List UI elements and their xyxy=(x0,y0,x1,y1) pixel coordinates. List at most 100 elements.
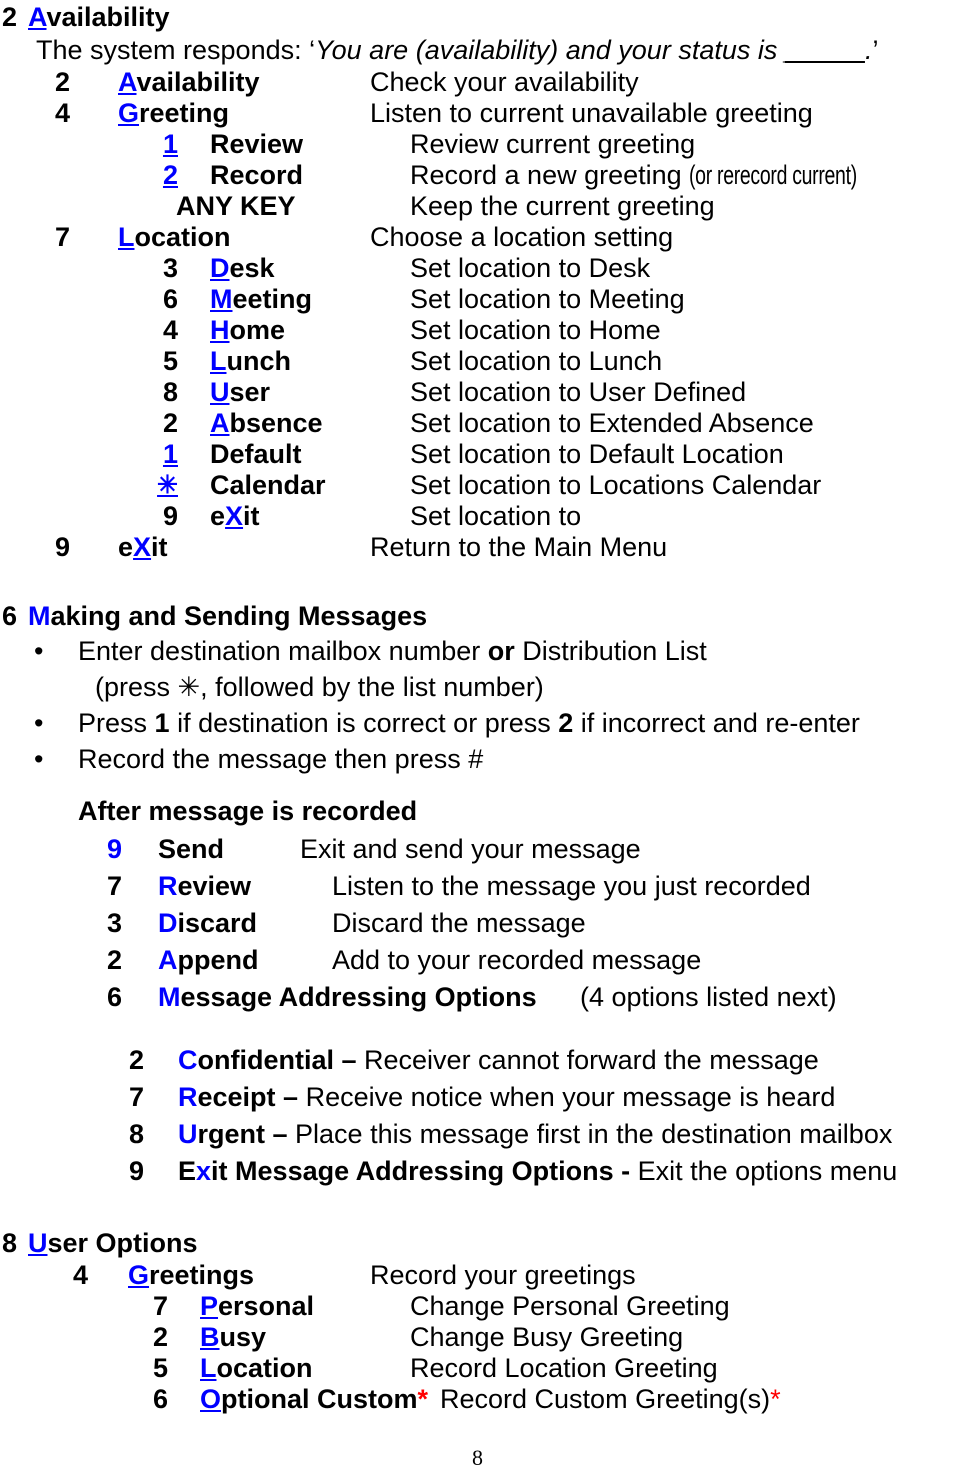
menu-entry-record[interactable]: 2 Record Record a new greeting (or rerec… xyxy=(0,160,955,191)
menu-entry-review[interactable]: 1 Review Review current greeting xyxy=(0,129,955,160)
menu-entry-location-home[interactable]: 4 Home Set location to Home xyxy=(0,315,955,346)
menu-entry-location-meeting[interactable]: 6 Meeting Set location to Meeting xyxy=(0,284,955,315)
bullet-item-record-then-hash: • Record the message then press # xyxy=(0,741,955,777)
menu-key: 6 xyxy=(152,1384,168,1414)
menu-key: 6 xyxy=(162,284,178,314)
menu-label: Desk xyxy=(210,253,275,284)
label-rest: ome xyxy=(229,315,286,345)
menu-description: Set location to Extended Absence xyxy=(410,408,814,438)
menu-label: Send xyxy=(158,834,225,864)
menu-entry-location[interactable]: 7 Location Choose a location setting xyxy=(0,222,955,253)
label-rest: reeting xyxy=(139,98,230,128)
menu-label: Absence xyxy=(210,408,323,439)
prompt-close-quote: ’ xyxy=(872,35,879,65)
menu-description: Set location to Meeting xyxy=(410,284,685,314)
label-pre: e xyxy=(210,501,226,531)
menu-entry-exit-addressing-options[interactable]: 9 Exit Message Addressing Options - Exit… xyxy=(0,1153,955,1190)
menu-description: Set location to Locations Calendar xyxy=(410,470,822,500)
section-heading-availability: 2 Availability xyxy=(0,0,955,34)
menu-description: Receiver cannot forward the message xyxy=(356,1045,819,1075)
menu-entry-message-addressing-options[interactable]: 6 Message Addressing Options (4 options … xyxy=(0,979,955,1016)
label-rest: ocation xyxy=(134,222,231,252)
menu-entry-greeting[interactable]: 4 Greeting Listen to current unavailable… xyxy=(0,98,955,129)
menu-entry-urgent[interactable]: 8 Urgent – Place this message first in t… xyxy=(0,1116,955,1153)
menu-label: Meeting xyxy=(210,284,312,315)
menu-key: 2 xyxy=(152,1322,168,1352)
menu-entry-busy-greeting[interactable]: 2 Busy Change Busy Greeting xyxy=(0,1322,955,1353)
menu-key: 3 xyxy=(162,253,178,283)
menu-entry-location-default[interactable]: 1 Default Set location to Default Locati… xyxy=(0,439,955,470)
menu-entry-append[interactable]: 2 Append Add to your recorded message xyxy=(0,942,955,979)
menu-key: 2 xyxy=(54,67,70,97)
menu-entry-greetings[interactable]: 4 Greetings Record your greetings xyxy=(0,1260,955,1291)
label-rest: ppend xyxy=(177,945,259,975)
menu-entry-any-key[interactable]: ANY KEY Keep the current greeting xyxy=(0,191,955,222)
menu-entry-personal-greeting[interactable]: 7 Personal Change Personal Greeting xyxy=(0,1291,955,1322)
menu-entry-location-user[interactable]: 8 User Set location to User Defined xyxy=(0,377,955,408)
bullet-text-post: Distribution List xyxy=(514,636,707,666)
menu-label: Location xyxy=(200,1353,313,1384)
menu-description: Listen to the message you just recorded xyxy=(332,871,811,901)
label-pre: e xyxy=(118,532,134,562)
accent-letter: G xyxy=(118,98,140,128)
menu-description: Receive notice when your message is hear… xyxy=(298,1082,836,1112)
menu-key: 7 xyxy=(106,871,122,901)
accent-letter: M xyxy=(158,982,181,1012)
menu-entry-review-recorded[interactable]: 7 Review Listen to the message you just … xyxy=(0,868,955,905)
menu-description: Change Personal Greeting xyxy=(410,1291,730,1321)
menu-key: 9 xyxy=(106,834,122,864)
menu-key: 2 xyxy=(162,408,178,438)
menu-entry-availability-exit[interactable]: 9 eXit Return to the Main Menu xyxy=(0,532,955,563)
menu-entry-location-absence[interactable]: 2 Absence Set location to Extended Absen… xyxy=(0,408,955,439)
menu-label: Append xyxy=(158,942,259,979)
menu-entry-location-calendar[interactable]: ✳ Calendar Set location to Locations Cal… xyxy=(0,470,955,501)
section-accent-letter: M xyxy=(28,601,51,631)
section-accent-letter: A xyxy=(28,2,47,32)
menu-description: Exit the options menu xyxy=(630,1156,898,1186)
accent-letter: L xyxy=(118,222,135,252)
menu-key: 9 xyxy=(162,501,178,531)
menu-key-any: ANY KEY xyxy=(176,191,296,221)
subheading-after-message-recorded: After message is recorded xyxy=(78,796,418,826)
menu-label: eXit xyxy=(210,501,260,532)
menu-description: Choose a location setting xyxy=(370,222,674,252)
label-rest: ptional Custom xyxy=(221,1384,418,1414)
menu-entry-location-greeting[interactable]: 5 Location Record Location Greeting xyxy=(0,1353,955,1384)
bullet-text-pre: Press xyxy=(78,708,155,738)
menu-description: Listen to current unavailable greeting xyxy=(370,98,813,128)
menu-key: 9 xyxy=(54,532,70,562)
label-rest: eeting xyxy=(232,284,313,314)
accent-letter: U xyxy=(178,1119,198,1149)
menu-entry-confidential[interactable]: 2 Confidential – Receiver cannot forward… xyxy=(0,1042,955,1079)
section-accent-letter: U xyxy=(28,1228,48,1258)
menu-key: 4 xyxy=(54,98,70,128)
label-rest: esk xyxy=(229,253,275,283)
footnote-asterisk-icon: * xyxy=(770,1384,781,1414)
label-rest: eceipt – xyxy=(197,1082,299,1112)
menu-entry-availability[interactable]: 2 Availability Check your availability xyxy=(0,67,955,98)
label-rest: usy xyxy=(219,1322,267,1352)
section-title-rest: aking and Sending Messages xyxy=(50,601,428,631)
menu-entry-send[interactable]: 9 Send Exit and send your message xyxy=(0,831,955,868)
menu-label: Review xyxy=(158,868,251,905)
menu-label: Greeting xyxy=(118,98,229,129)
menu-label: Default xyxy=(210,439,302,469)
prompt-prefix: The system responds: xyxy=(36,35,310,65)
prompt-italic-text: You are (availability) and your status i… xyxy=(315,35,785,65)
bullet-text-post: if destination is correct or press xyxy=(169,708,559,738)
menu-entry-location-lunch[interactable]: 5 Lunch Set location to Lunch xyxy=(0,346,955,377)
menu-key: 7 xyxy=(152,1291,168,1321)
bullet-text-post2: if incorrect and re-enter xyxy=(573,708,860,738)
menu-entry-discard[interactable]: 3 Discard Discard the message xyxy=(0,905,955,942)
menu-entry-receipt[interactable]: 7 Receipt – Receive notice when your mes… xyxy=(0,1079,955,1116)
menu-label-and-description: Confidential – Receiver cannot forward t… xyxy=(178,1042,819,1079)
menu-entry-location-exit[interactable]: 9 eXit Set location to xyxy=(0,501,955,532)
accent-letter: x xyxy=(196,1156,212,1186)
accent-letter: X xyxy=(225,501,244,531)
label-rest: it Message Addressing Options - xyxy=(211,1156,631,1186)
menu-entry-optional-custom-greeting[interactable]: 6 Optional Custom* Record Custom Greetin… xyxy=(0,1384,955,1415)
menu-entry-location-desk[interactable]: 3 Desk Set location to Desk xyxy=(0,253,955,284)
system-response-line: The system responds: ‘You are (availabil… xyxy=(0,34,955,67)
menu-description: Discard the message xyxy=(332,908,586,938)
